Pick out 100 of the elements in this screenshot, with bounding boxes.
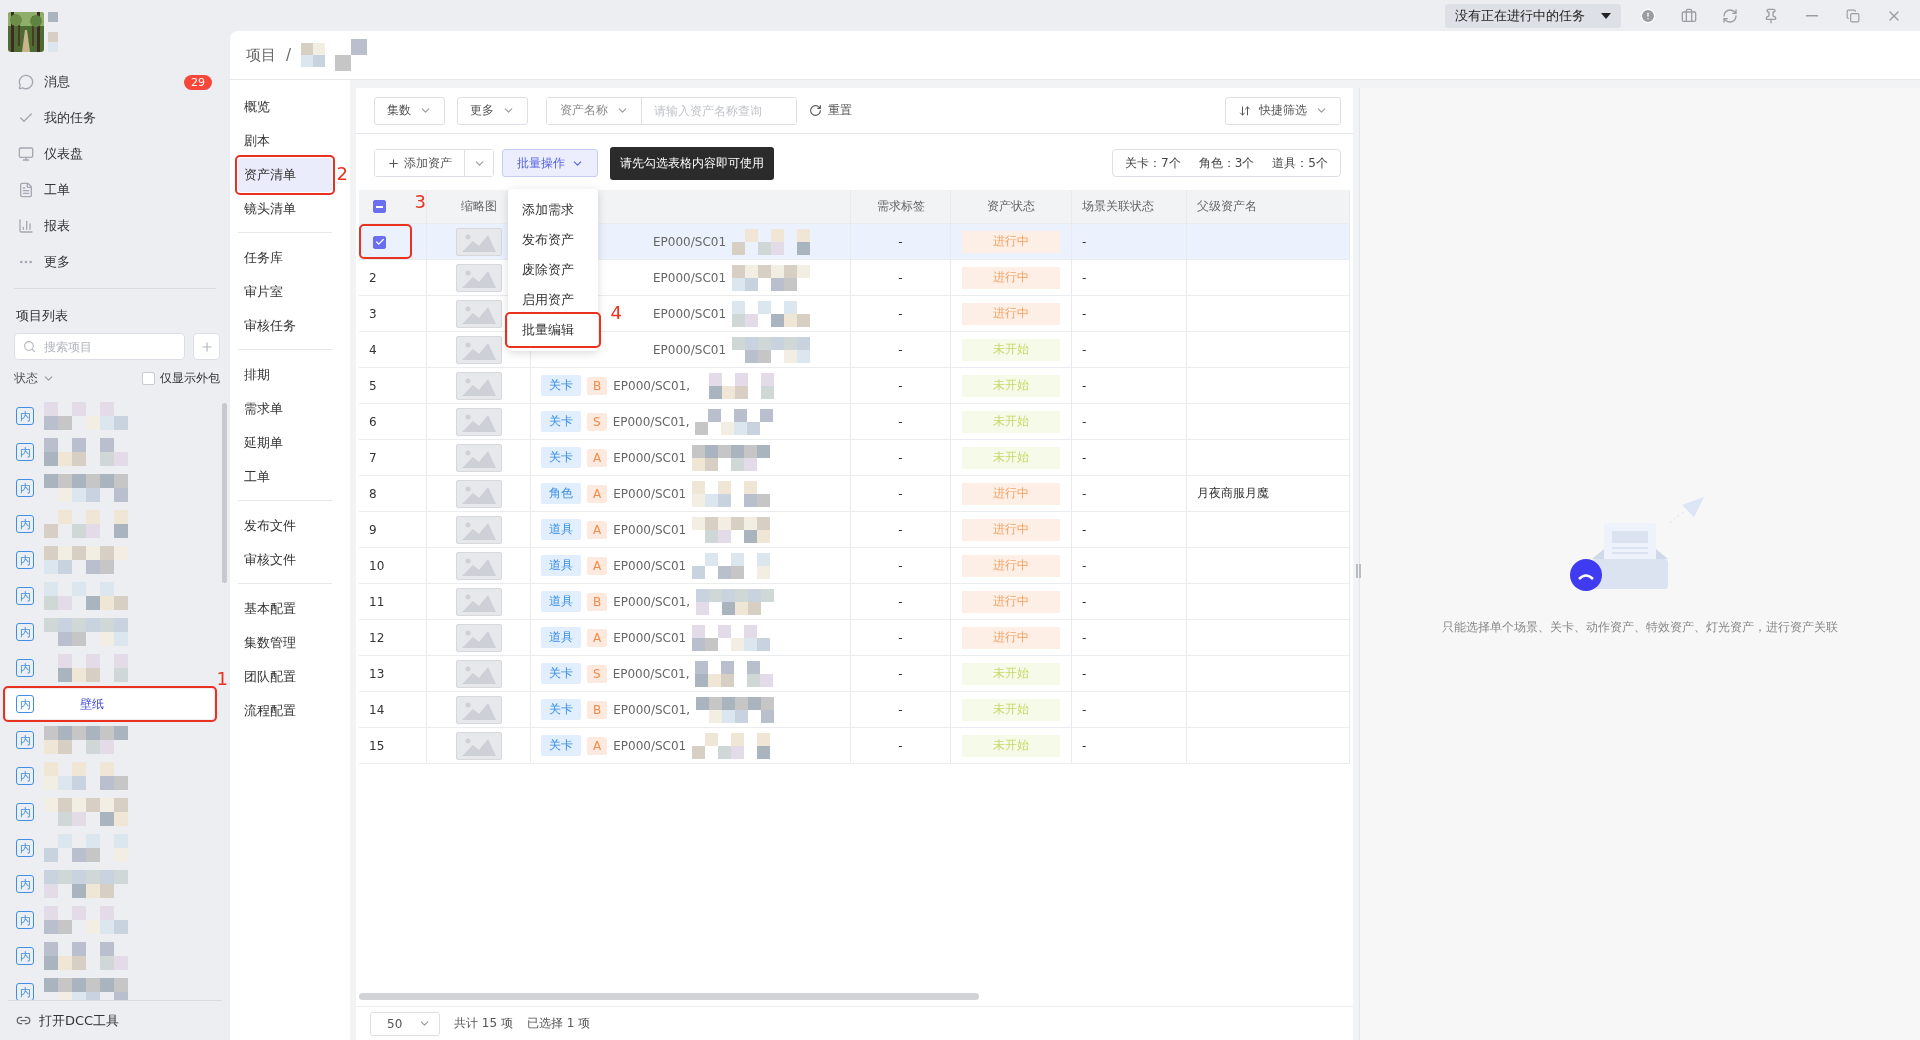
sidebar-nav-item[interactable]: 工单	[0, 172, 230, 208]
internal-badge: 内	[16, 551, 34, 569]
nav-item[interactable]: 审核文件	[238, 543, 332, 577]
table-cell: -	[898, 306, 903, 321]
nav-item[interactable]: 集数管理	[238, 626, 332, 660]
internal-badge: 内	[16, 875, 34, 893]
pixelated-text-drawing	[48, 12, 58, 52]
row-checkbox[interactable]	[373, 235, 386, 249]
quick-filter-button[interactable]: 快捷筛选	[1225, 96, 1341, 125]
nav-item[interactable]: 剧本	[238, 124, 332, 158]
annotation-number: 1	[216, 669, 228, 689]
row-number: 6	[369, 414, 377, 429]
nav-item[interactable]: 流程配置	[238, 694, 332, 728]
count-text: 角色：3个	[1198, 154, 1255, 172]
table-row[interactable]: 8 角色 A EP000/SC01 - 进行中 - 月夜商服月魔	[359, 476, 1350, 512]
asset-code: EP000/SC01	[653, 342, 727, 357]
nav-item[interactable]: 需求单	[238, 392, 332, 426]
table-row[interactable]: 7 关卡 A EP000/SC01 - 未开始 -	[359, 440, 1350, 476]
selected-count: 已选择 1 项	[526, 1015, 591, 1032]
count-text: 关卡：7个	[1125, 154, 1181, 172]
sidebar-nav-item[interactable]: 消息 29	[0, 64, 230, 100]
nav-item[interactable]: 工单	[238, 460, 332, 494]
table-row[interactable]: 11 道具 B EP000/SC01, - 进行中 -	[359, 584, 1350, 620]
nav-item[interactable]: 基本配置	[238, 592, 332, 626]
section-title: 项目列表	[15, 307, 69, 325]
nav-item[interactable]: 审核任务	[238, 309, 332, 343]
vertical-scrollbar[interactable]	[222, 403, 227, 583]
internal-badge: 内	[16, 803, 34, 821]
table-row[interactable]: 6 关卡 S EP000/SC01, - 未开始 -	[359, 404, 1350, 440]
row-number: 12	[369, 630, 385, 645]
count-text: 道具：5个	[1272, 154, 1328, 172]
internal-badge: 内	[16, 983, 34, 1000]
filter-dropdown[interactable]: 集数	[374, 96, 445, 125]
batch-action-button[interactable]: 批量操作	[502, 149, 598, 177]
type-tag: 道具	[541, 555, 581, 576]
checkbox[interactable]	[142, 372, 155, 385]
sidebar-nav-item[interactable]: 我的任务	[0, 100, 230, 136]
table-row[interactable]: 5 关卡 B EP000/SC01, - 未开始 -	[359, 368, 1350, 404]
asset-search-field[interactable]: 资产名称 请输入资产名称查询	[546, 96, 797, 125]
pixelated-text-drawing	[301, 43, 326, 67]
nav-item[interactable]: 延期单	[238, 426, 332, 460]
sidebar-nav-item[interactable]: 仪表盘	[0, 136, 230, 172]
grade-tag: A	[587, 520, 608, 539]
table-cell: -	[1082, 738, 1087, 753]
reset-button[interactable]: 重置	[809, 102, 852, 119]
refresh-icon	[1721, 7, 1738, 24]
add-asset-button[interactable]: 添加资产	[375, 150, 465, 176]
page-size-dropdown[interactable]: 50	[370, 1011, 440, 1036]
breadcrumb-link[interactable]: 项目	[246, 45, 276, 65]
nav-item[interactable]: 任务库	[238, 241, 332, 275]
table-row[interactable]: 10 道具 A EP000/SC01 - 进行中 -	[359, 548, 1350, 584]
status-tag: 进行中	[962, 518, 1060, 541]
add-project-button[interactable]	[193, 333, 220, 360]
asset-code: EP000/SC01	[653, 234, 727, 249]
type-tag: 关卡	[541, 411, 581, 432]
table-row[interactable]: 12 道具 A EP000/SC01 - 进行中 -	[359, 620, 1350, 656]
nav-item[interactable]: 发布文件	[238, 509, 332, 543]
nav-item[interactable]: 概览	[238, 90, 332, 124]
horizontal-scrollbar[interactable]	[359, 993, 979, 1000]
table-row[interactable]: 14 关卡 B EP000/SC01, - 未开始 -	[359, 692, 1350, 728]
nav-item[interactable]: 排期	[238, 358, 332, 392]
table-cell: -	[898, 378, 903, 393]
table-cell: -	[898, 558, 903, 573]
sidebar-nav-item[interactable]: 报表	[0, 208, 230, 244]
nav-item[interactable]: 审片室	[238, 275, 332, 309]
asset-code: EP000/SC01	[653, 270, 727, 285]
status-tag: 进行中	[962, 626, 1060, 649]
asset-code: EP000/SC01	[613, 522, 687, 537]
checkbox-label: 仅显示外包	[160, 370, 220, 387]
grade-tag: S	[587, 664, 607, 683]
open-tool-link[interactable]: 打开DCC工具	[39, 1011, 120, 1030]
grade-tag: A	[587, 556, 608, 575]
task-status-dropdown[interactable]: 没有正在进行中的任务	[1445, 3, 1621, 28]
nav-item[interactable]: 镜头清单	[238, 192, 332, 226]
menu-item[interactable]: 添加需求	[508, 195, 598, 225]
sidebar-nav-item[interactable]: 更多	[0, 244, 230, 280]
menu-item[interactable]: 批量编辑	[508, 315, 598, 345]
table-row[interactable]: 13 关卡 S EP000/SC01, - 未开始 -	[359, 656, 1350, 692]
search-field[interactable]: 搜索项目	[14, 333, 185, 360]
select-all-checkbox[interactable]	[373, 200, 386, 213]
table-cell: -	[898, 450, 903, 465]
status-tag: 未开始	[962, 734, 1060, 757]
breadcrumb-separator: /	[286, 46, 292, 64]
search-input[interactable]: 搜索项目	[42, 338, 142, 355]
status-filter[interactable]: 状态	[14, 370, 55, 387]
resize-handle[interactable]	[1356, 564, 1361, 578]
table-row[interactable]: 15 关卡 A EP000/SC01 - 未开始 -	[359, 728, 1350, 764]
internal-badge: 内	[16, 515, 34, 533]
alert-icon	[1639, 7, 1656, 24]
table-cell: -	[898, 234, 903, 249]
nav-item[interactable]: 资产清单	[238, 158, 332, 192]
field-dropdown[interactable]: 资产名称	[547, 97, 642, 124]
filter-dropdown[interactable]: 更多	[457, 96, 528, 125]
table-row[interactable]: 9 道具 A EP000/SC01 - 进行中 -	[359, 512, 1350, 548]
table-cell: -	[898, 666, 903, 681]
menu-item[interactable]: 发布资产	[508, 225, 598, 255]
check-icon	[374, 237, 385, 247]
briefcase-icon	[1680, 7, 1697, 24]
nav-item[interactable]: 团队配置	[238, 660, 332, 694]
project-item[interactable]: 内 壁纸	[6, 689, 214, 719]
